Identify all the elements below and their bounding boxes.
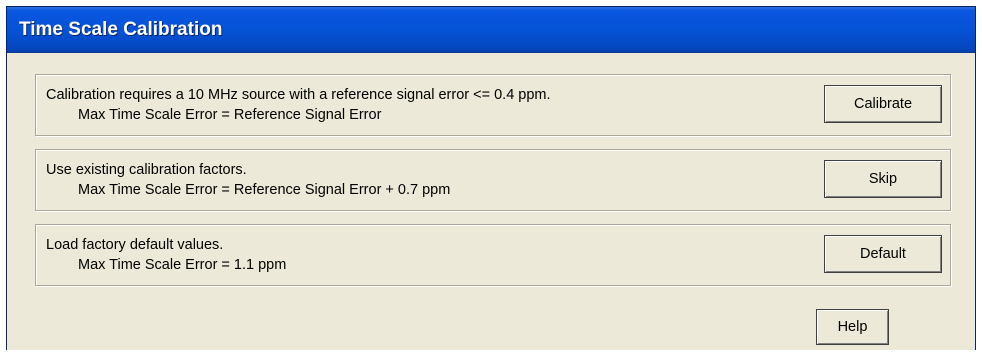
calibrate-option-group: Calibration requires a 10 MHz source wit… [35, 74, 951, 136]
skip-button[interactable]: Skip [824, 160, 942, 198]
default-button[interactable]: Default [824, 235, 942, 273]
skip-detail: Max Time Scale Error = Reference Signal … [78, 182, 451, 198]
calibration-dialog: Time Scale Calibration Calibration requi… [6, 6, 976, 350]
dialog-title: Time Scale Calibration [19, 19, 223, 40]
title-bar[interactable]: Time Scale Calibration [7, 7, 975, 53]
help-button[interactable]: Help [816, 309, 889, 345]
calibrate-button[interactable]: Calibrate [824, 85, 942, 123]
skip-description: Use existing calibration factors. [46, 162, 247, 178]
dialog-body: Calibration requires a 10 MHz source wit… [11, 53, 971, 350]
calibrate-detail: Max Time Scale Error = Reference Signal … [78, 107, 382, 123]
calibrate-description: Calibration requires a 10 MHz source wit… [46, 87, 551, 103]
skip-option-group: Use existing calibration factors. Max Ti… [35, 149, 951, 211]
default-option-group: Load factory default values. Max Time Sc… [35, 224, 951, 286]
default-description: Load factory default values. [46, 237, 224, 253]
default-detail: Max Time Scale Error = 1.1 ppm [78, 257, 287, 273]
